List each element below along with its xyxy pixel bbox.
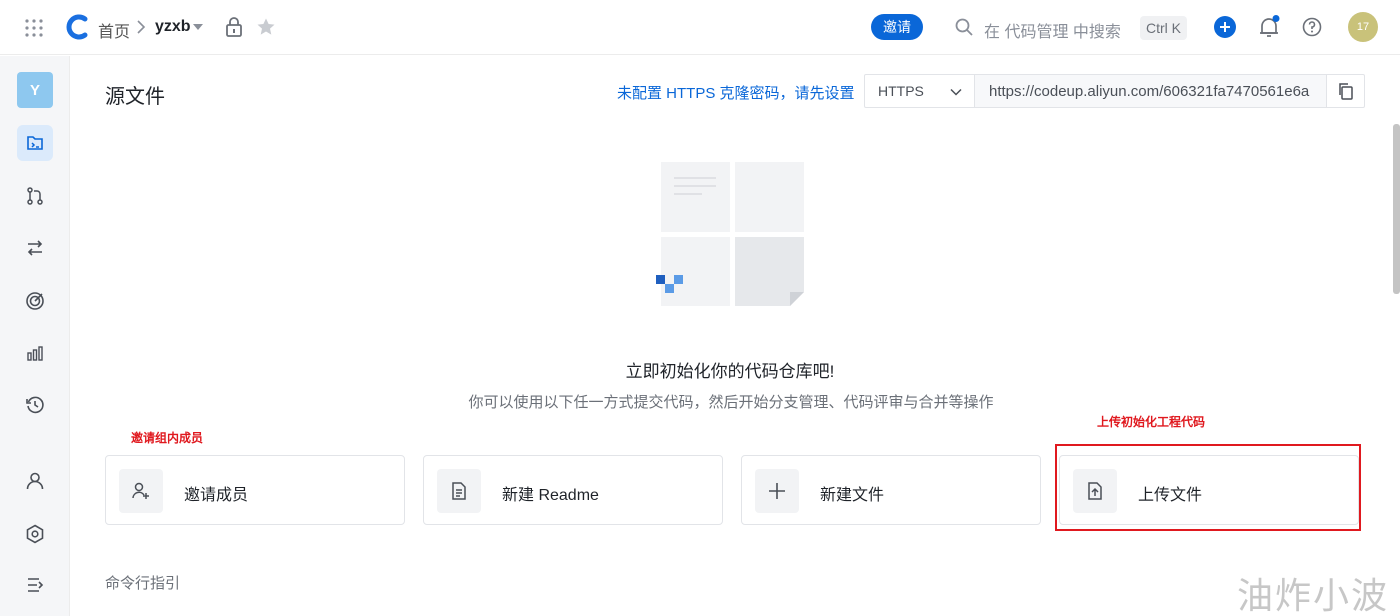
card-label: 新建文件: [820, 487, 885, 504]
chevron-right-icon: [137, 20, 146, 34]
sidebar-item-compare[interactable]: [17, 230, 53, 266]
lock-icon: [226, 17, 242, 37]
cli-guide-heading: 命令行指引: [105, 575, 181, 592]
sidebar-repo-avatar[interactable]: Y: [17, 72, 53, 108]
card-label: 新建 Readme: [502, 487, 599, 504]
empty-state-subtitle: 你可以使用以下任一方式提交代码，然后开始分支管理、代码评审与合并等操作: [468, 394, 994, 411]
sidebar: Y: [0, 56, 70, 616]
breadcrumb-repo[interactable]: yzxb: [155, 18, 191, 36]
new-file-card[interactable]: 新建文件: [741, 455, 1041, 525]
sidebar-item-merge-requests[interactable]: [17, 178, 53, 214]
plus-icon: [1220, 22, 1230, 32]
copy-url-button[interactable]: [1326, 74, 1365, 108]
merge-request-icon: [27, 187, 43, 205]
star-icon[interactable]: [256, 17, 276, 37]
empty-repo-illustration: [656, 162, 804, 306]
search-shortcut-badge: Ctrl K: [1140, 16, 1187, 40]
sidebar-item-collapse[interactable]: [17, 567, 53, 603]
top-bar: 首页 yzxb 邀请 在 代码管理 中搜索 Ctrl K 17: [0, 0, 1400, 55]
target-icon: [26, 292, 44, 310]
member-icon: [26, 472, 44, 490]
user-avatar[interactable]: 17: [1348, 12, 1378, 42]
empty-state-title: 立即初始化你的代码仓库吧!: [625, 362, 835, 381]
codeup-logo-icon[interactable]: [64, 13, 90, 41]
chevron-down-icon: [950, 88, 962, 96]
copy-icon: [1338, 83, 1353, 100]
invite-members-card[interactable]: 邀请成员: [105, 455, 405, 525]
clone-protocol-select[interactable]: HTTPS: [864, 74, 975, 108]
add-user-icon: [132, 482, 149, 499]
clone-protocol-value: HTTPS: [878, 83, 924, 99]
create-button[interactable]: [1214, 16, 1236, 38]
annotation-upload-code: 上传初始化工程代码: [1097, 415, 1206, 429]
card-icon-box: [755, 469, 799, 513]
vertical-scrollbar[interactable]: [1393, 124, 1400, 294]
search-icon: [955, 18, 973, 36]
code-repo-icon: [27, 136, 43, 150]
search-input[interactable]: 在 代码管理 中搜索: [984, 18, 1121, 42]
new-readme-card[interactable]: 新建 Readme: [423, 455, 723, 525]
annotation-invite-members: 邀请组内成员: [131, 431, 204, 445]
breadcrumb-home[interactable]: 首页: [98, 18, 130, 42]
compare-icon: [27, 240, 43, 256]
sidebar-item-settings[interactable]: [17, 516, 53, 552]
clone-url-field[interactable]: https://codeup.aliyun.com/606321fa747056…: [974, 74, 1327, 108]
card-icon-box: [437, 469, 481, 513]
sidebar-item-target[interactable]: [17, 283, 53, 319]
collapse-menu-icon: [28, 578, 44, 592]
document-icon: [452, 482, 466, 500]
page-title: 源文件: [105, 86, 165, 108]
card-icon-box: [119, 469, 163, 513]
settings-hex-icon: [26, 524, 44, 544]
card-label: 邀请成员: [184, 487, 249, 504]
help-icon[interactable]: [1302, 17, 1322, 37]
invite-button[interactable]: 邀请: [871, 14, 923, 40]
apps-grid-icon[interactable]: [24, 18, 44, 38]
sidebar-item-members[interactable]: [17, 463, 53, 499]
https-password-link[interactable]: 未配置 HTTPS 克隆密码，请先设置: [617, 82, 855, 103]
sidebar-item-code[interactable]: [17, 125, 53, 161]
watermark: 油炸小波: [1237, 575, 1390, 616]
annotation-highlight-box: [1055, 444, 1361, 531]
notification-bell-icon[interactable]: [1258, 15, 1280, 39]
caret-down-icon[interactable]: [192, 23, 204, 31]
plus-icon: [769, 483, 785, 499]
